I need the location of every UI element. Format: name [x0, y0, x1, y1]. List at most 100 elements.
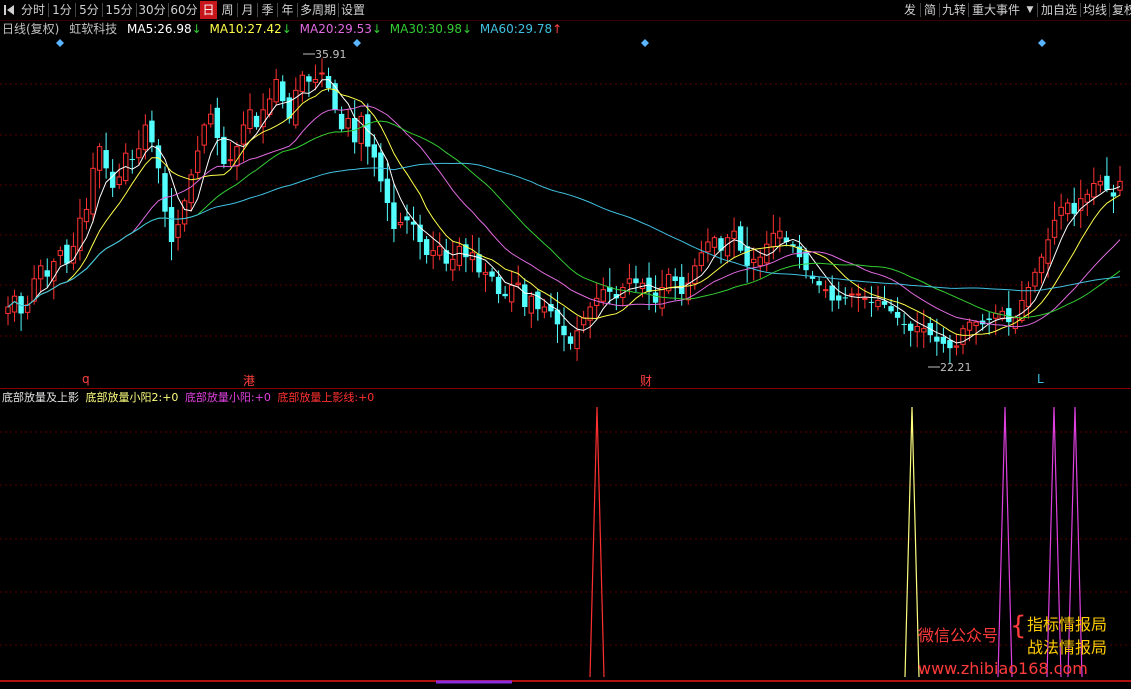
period-week[interactable]: 周	[219, 1, 236, 19]
series1-value: +0	[162, 391, 179, 404]
publish-button[interactable]: 发	[901, 1, 919, 19]
series3-value: +0	[358, 391, 375, 404]
ma5-line	[7, 78, 1121, 344]
candle-body	[221, 136, 227, 164]
candle-body	[64, 244, 70, 264]
candle-body	[129, 159, 135, 161]
series1-name: 底部放量小阳2:	[85, 391, 163, 404]
major-events-button[interactable]: 重大事件	[970, 1, 1022, 19]
spike-red	[589, 406, 605, 678]
dropdown-arrow-icon[interactable]: ▼	[1024, 1, 1036, 19]
candle-body	[149, 120, 155, 143]
simple-button[interactable]: 简	[922, 1, 938, 19]
event-marker-finance[interactable]: 财	[640, 372, 652, 389]
event-diamond-icon	[1038, 39, 1046, 47]
candle-body	[541, 306, 548, 313]
candle-body	[181, 200, 188, 225]
candle-body	[836, 295, 842, 301]
candle-body	[273, 79, 279, 103]
ma60-line	[7, 162, 1121, 308]
candle-body	[633, 278, 639, 284]
ma20-line	[7, 105, 1121, 328]
candle-body	[90, 167, 96, 215]
event-marker-hk[interactable]: 港	[243, 372, 255, 389]
candle-body	[966, 321, 973, 331]
period-1min[interactable]: 1分	[50, 1, 74, 19]
candle-body	[574, 330, 580, 350]
low-price-label: 22.21	[940, 361, 972, 374]
candle-body	[489, 271, 495, 277]
candle-body	[11, 295, 18, 313]
period-fenshi[interactable]: 分时	[20, 1, 46, 19]
add-watchlist-button[interactable]: 加自选	[1039, 1, 1079, 19]
candle-body	[803, 251, 809, 271]
candle-body	[567, 336, 574, 344]
candle-body	[705, 241, 711, 253]
period-season[interactable]: 季	[259, 1, 276, 19]
candle-body	[1051, 219, 1058, 238]
event-marker-l[interactable]: L	[1037, 372, 1044, 386]
candle-body	[96, 146, 103, 171]
candle-body	[953, 345, 960, 348]
candle-body	[862, 297, 868, 300]
period-15min[interactable]: 15分	[104, 1, 134, 19]
candle-body	[888, 306, 894, 312]
play-left-icon[interactable]	[2, 1, 16, 19]
candle-body	[757, 256, 763, 267]
period-30min[interactable]: 30分	[138, 1, 166, 19]
candle-body	[731, 230, 737, 240]
jiuzhuan-button[interactable]: 九转	[941, 1, 967, 19]
candle-body	[38, 265, 44, 280]
candle-body	[711, 237, 718, 248]
candle-body	[1058, 206, 1064, 216]
candle-body	[1006, 308, 1012, 323]
candle-body	[1104, 175, 1110, 190]
period-year[interactable]: 年	[279, 1, 296, 19]
candle-body	[103, 150, 109, 169]
candle-body	[737, 226, 744, 251]
candle-body	[502, 293, 508, 297]
ma30-label: MA30:	[389, 22, 428, 36]
candle-body	[482, 271, 489, 275]
candle-body	[881, 301, 888, 305]
period-month[interactable]: 月	[239, 1, 256, 19]
candle-body	[770, 232, 777, 248]
kline-chart[interactable]: 35.91 22.21 q 港 财 L	[0, 37, 1131, 389]
candle-body	[973, 321, 979, 327]
period-label: 日线(复权)	[2, 22, 60, 36]
candle-body	[423, 239, 430, 255]
candle-body	[907, 323, 914, 331]
candle-body	[227, 159, 234, 162]
candle-body	[208, 113, 214, 125]
stock-name: 虹软科技	[69, 22, 118, 36]
candle-body	[345, 118, 351, 129]
period-60min[interactable]: 60分	[170, 1, 198, 19]
candle-body	[83, 209, 90, 223]
ma-lines-button[interactable]: 均线	[1082, 1, 1108, 19]
candle-body	[816, 281, 822, 286]
candle-body	[312, 79, 319, 83]
candle-body	[724, 237, 731, 257]
candle-body	[1110, 192, 1117, 197]
kline-svg[interactable]: 35.91 22.21	[0, 37, 1131, 387]
series2-value: +0	[254, 391, 271, 404]
period-5min[interactable]: 5分	[77, 1, 101, 19]
pane-divider[interactable]	[0, 388, 1131, 389]
ma10-value: 27.42	[247, 22, 282, 36]
candle-body	[1091, 183, 1097, 198]
ma60-arrow: ↑	[552, 22, 563, 36]
adjust-button[interactable]: 复权	[1111, 1, 1131, 19]
settings-button[interactable]: 设置	[340, 1, 366, 19]
candle-body	[201, 124, 207, 146]
ma60-label: MA60:	[479, 22, 518, 36]
event-marker-q[interactable]: q	[82, 372, 90, 386]
candle-body	[940, 336, 947, 344]
period-multi[interactable]: 多周期	[299, 1, 337, 19]
candle-body	[947, 340, 953, 349]
candle-body	[371, 144, 378, 158]
period-day[interactable]: 日	[200, 1, 217, 19]
series3-name: 底部放量上影线:	[277, 391, 359, 404]
candle-body	[1084, 193, 1090, 203]
candle-body	[136, 148, 142, 159]
top-toolbar: 分时 1分 5分 15分 30分 60分 日 周 月 季 年 多周期 设置 发 …	[0, 0, 1131, 21]
